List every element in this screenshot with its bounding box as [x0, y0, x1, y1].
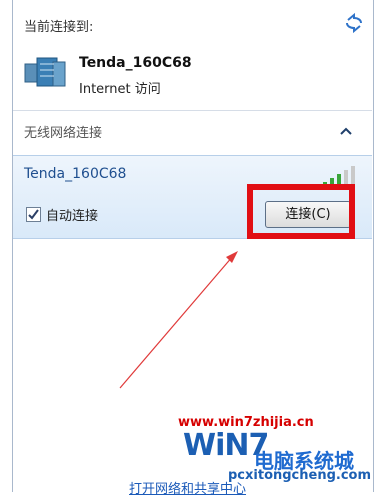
- current-network-name: Tenda_160C68: [79, 55, 192, 71]
- auto-connect-checkbox[interactable]: [26, 207, 41, 222]
- collapse-caret-icon[interactable]: [339, 126, 353, 136]
- refresh-icon[interactable]: [343, 12, 365, 34]
- divider: [13, 110, 372, 111]
- checkbox-check-icon: [28, 209, 39, 220]
- watermark-site-url: pcxitongcheng.com: [228, 468, 372, 483]
- current-connection-label: 当前连接到:: [24, 20, 94, 35]
- highlight-box: [247, 184, 355, 239]
- section-wireless-label: 无线网络连接: [24, 126, 103, 141]
- network-computer-icon: [24, 57, 66, 87]
- network-ssid: Tenda_160C68: [24, 166, 127, 182]
- auto-connect-label[interactable]: 自动连接: [46, 205, 98, 224]
- current-network-status: Internet 访问: [79, 82, 161, 97]
